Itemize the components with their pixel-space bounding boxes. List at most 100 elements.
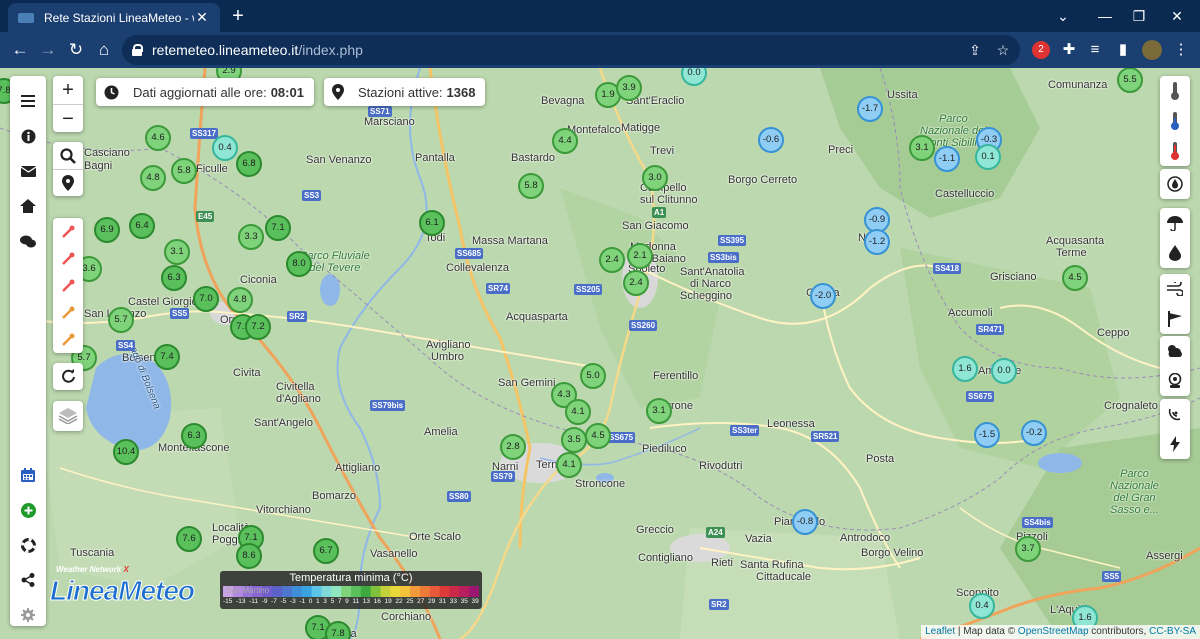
layer-radar-icon[interactable] xyxy=(1160,399,1190,429)
layer-lightning-icon[interactable] xyxy=(1160,429,1190,459)
station-marker[interactable]: 3.1 xyxy=(164,239,190,265)
home-icon[interactable] xyxy=(10,191,46,221)
station-marker[interactable]: 5.8 xyxy=(171,158,197,184)
station-marker[interactable]: -0.8 xyxy=(792,509,818,535)
station-marker[interactable]: 3.3 xyxy=(238,224,264,250)
browser-menu-icon[interactable]: ⋮ xyxy=(1170,39,1192,61)
station-marker[interactable]: 6.7 xyxy=(313,538,339,564)
reading-list-icon[interactable]: ≡ xyxy=(1084,39,1106,61)
layers-button[interactable] xyxy=(53,401,83,431)
bookmark-star-icon[interactable]: ☆ xyxy=(994,41,1012,59)
layer-wind-icon[interactable] xyxy=(1160,274,1190,304)
station-marker[interactable]: 8.0 xyxy=(286,251,312,277)
station-marker[interactable]: -1.2 xyxy=(864,229,890,255)
station-marker[interactable]: 4.1 xyxy=(556,452,582,478)
tool-pin-red-2-icon[interactable] xyxy=(53,245,83,272)
reload-button[interactable]: ↻ xyxy=(62,36,90,64)
station-marker[interactable]: 4.8 xyxy=(227,287,253,313)
station-marker[interactable]: 7.0 xyxy=(193,286,219,312)
layer-weather-icon[interactable] xyxy=(1160,336,1190,366)
search-button[interactable] xyxy=(53,142,83,169)
station-marker[interactable]: 7.4 xyxy=(154,344,180,370)
station-marker[interactable]: 5.7 xyxy=(108,307,134,333)
station-marker[interactable]: 2.8 xyxy=(500,434,526,460)
station-marker[interactable]: -1.7 xyxy=(857,96,883,122)
station-marker[interactable]: 5.8 xyxy=(518,173,544,199)
station-marker[interactable]: 10.4 xyxy=(113,439,139,465)
zoom-in-button[interactable]: + xyxy=(53,76,83,104)
station-marker[interactable]: 4.5 xyxy=(1062,265,1088,291)
forward-button[interactable]: → xyxy=(34,36,62,64)
tool-pin-orange-icon[interactable] xyxy=(53,299,83,326)
mail-icon[interactable] xyxy=(10,156,46,186)
layer-min-temperature-icon[interactable] xyxy=(1160,106,1190,136)
station-marker[interactable]: 3.1 xyxy=(646,398,672,424)
station-marker[interactable]: 1.6 xyxy=(952,356,978,382)
station-marker[interactable]: 4.1 xyxy=(565,399,591,425)
station-marker[interactable]: 0.1 xyxy=(975,144,1001,170)
profile-avatar[interactable] xyxy=(1142,40,1162,60)
station-marker[interactable]: 4.4 xyxy=(552,128,578,154)
lineameteo-logo[interactable]: Weather Network X LineaMeteo xyxy=(49,565,200,611)
calendar-icon[interactable] xyxy=(10,460,46,490)
help-lifebuoy-icon[interactable] xyxy=(10,530,46,560)
layer-wind-gust-icon[interactable] xyxy=(1160,304,1190,334)
info-icon[interactable] xyxy=(10,121,46,151)
station-marker[interactable]: 5.0 xyxy=(580,363,606,389)
station-marker[interactable]: 7.6 xyxy=(176,526,202,552)
close-window-button[interactable]: ✕ xyxy=(1154,0,1200,32)
extension-badge-icon[interactable]: 2 xyxy=(1032,41,1050,59)
browser-tab[interactable]: Rete Stazioni LineaMeteo - www ✕ xyxy=(8,3,220,32)
layer-humidity-drop-icon[interactable] xyxy=(1160,238,1190,268)
tab-close-icon[interactable]: ✕ xyxy=(194,9,210,26)
station-marker[interactable]: -1.1 xyxy=(934,146,960,172)
locate-button[interactable] xyxy=(53,169,83,196)
tab-search-chevron-icon[interactable]: ⌄ xyxy=(1040,0,1086,32)
lock-icon[interactable] xyxy=(132,44,143,56)
station-marker[interactable]: 6.9 xyxy=(94,217,120,243)
layer-max-temperature-icon[interactable] xyxy=(1160,136,1190,166)
station-marker[interactable]: 3.5 xyxy=(561,427,587,453)
station-marker[interactable]: 6.3 xyxy=(161,265,187,291)
station-marker[interactable]: -1.5 xyxy=(974,422,1000,448)
station-marker[interactable]: 0.0 xyxy=(991,358,1017,384)
station-marker[interactable]: 2.4 xyxy=(599,247,625,273)
station-marker[interactable]: 6.1 xyxy=(419,210,445,236)
station-marker[interactable]: 4.6 xyxy=(145,125,171,151)
station-marker[interactable]: 8.6 xyxy=(236,543,262,569)
station-marker[interactable]: -2.0 xyxy=(810,283,836,309)
tool-pin-red-icon[interactable] xyxy=(53,218,83,245)
tool-pin-orange-2-icon[interactable] xyxy=(53,326,83,353)
map-canvas[interactable]: Marsciano Bevagna Sant'Eraclio Ussita Comuna… xyxy=(0,68,1200,639)
back-button[interactable]: ← xyxy=(6,36,34,64)
station-marker[interactable]: 7.1 xyxy=(265,215,291,241)
chat-icon[interactable] xyxy=(10,226,46,256)
station-marker[interactable]: 3.0 xyxy=(642,165,668,191)
station-marker[interactable]: -0.2 xyxy=(1021,420,1047,446)
menu-icon[interactable] xyxy=(10,86,46,116)
address-bar[interactable]: retemeteo.lineameteo.it/index.php ⇪ ☆ xyxy=(122,35,1020,65)
station-marker[interactable]: 3.1 xyxy=(909,135,935,161)
station-marker[interactable]: 3.7 xyxy=(1015,536,1041,562)
extensions-puzzle-icon[interactable]: ✚ xyxy=(1058,39,1080,61)
station-marker[interactable]: 6.4 xyxy=(129,213,155,239)
share-icon[interactable] xyxy=(10,565,46,595)
osm-link[interactable]: OpenStreetMap xyxy=(1018,626,1089,637)
side-panel-icon[interactable]: ▮ xyxy=(1112,39,1134,61)
home-button[interactable]: ⌂ xyxy=(90,36,118,64)
layer-temperature-icon[interactable] xyxy=(1160,76,1190,106)
station-marker[interactable]: 4.5 xyxy=(585,423,611,449)
station-marker[interactable]: 5.5 xyxy=(1117,68,1143,93)
station-marker[interactable]: 4.8 xyxy=(140,165,166,191)
station-marker[interactable]: 2.1 xyxy=(627,243,653,269)
add-station-icon[interactable] xyxy=(10,495,46,525)
station-marker[interactable]: -0.6 xyxy=(758,127,784,153)
layer-rain-umbrella-icon[interactable] xyxy=(1160,208,1190,238)
new-tab-button[interactable]: + xyxy=(226,4,250,28)
settings-gear-icon[interactable] xyxy=(10,600,46,630)
station-marker[interactable]: 0.4 xyxy=(212,135,238,161)
station-marker[interactable]: 6.3 xyxy=(181,423,207,449)
station-marker[interactable]: 2.4 xyxy=(623,270,649,296)
station-marker[interactable]: 6.8 xyxy=(236,151,262,177)
station-marker[interactable]: 0.4 xyxy=(969,593,995,619)
